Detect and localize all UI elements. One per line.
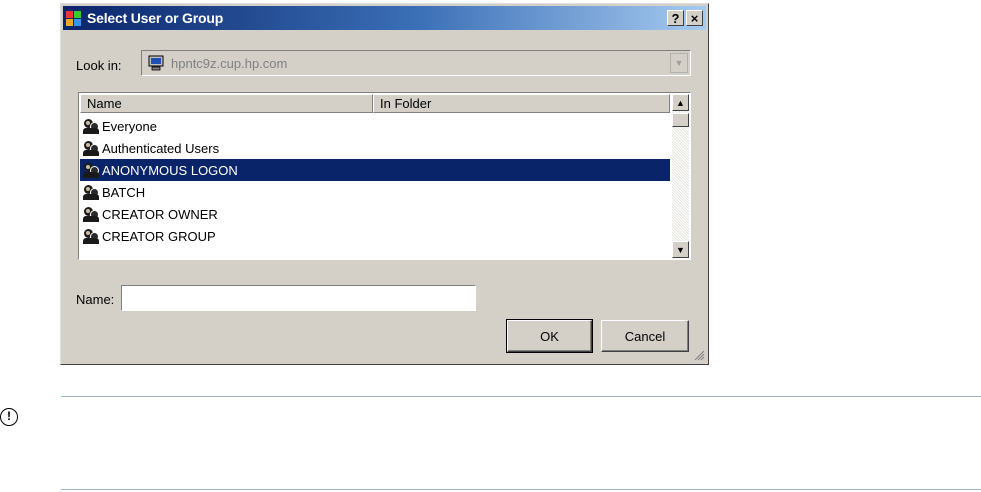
scroll-down-icon[interactable]: ▼	[672, 241, 689, 258]
help-button[interactable]: ?	[667, 10, 684, 26]
column-header-in-folder[interactable]: In Folder	[373, 94, 670, 113]
list-rows: Everyone Authenticated Users ANONYMOUS LOG…	[80, 115, 670, 247]
user-group-icon	[83, 183, 101, 201]
name-label: Name:	[76, 292, 115, 307]
chevron-down-icon[interactable]: ▼	[670, 53, 688, 73]
list-item-name: Authenticated Users	[102, 140, 220, 156]
column-header-name[interactable]: Name	[80, 94, 373, 113]
separator-top	[61, 396, 981, 397]
list-item-name: ANONYMOUS LOGON	[102, 162, 238, 178]
app-icon	[66, 10, 82, 26]
computer-icon	[147, 55, 165, 71]
look-in-dropdown[interactable]: hpntc9z.cup.hp.com ▼	[141, 50, 691, 76]
user-group-icon	[83, 117, 101, 135]
scroll-thumb[interactable]	[672, 113, 689, 127]
list-item[interactable]: CREATOR GROUP	[80, 225, 670, 247]
list-header: Name In Folder	[80, 94, 670, 113]
separator-bottom	[61, 489, 981, 490]
title-bar[interactable]: Select User or Group ? ×	[63, 6, 706, 30]
list-item-name: CREATOR OWNER	[102, 206, 218, 222]
list-item-name: BATCH	[102, 184, 146, 200]
scroll-up-icon[interactable]: ▲	[672, 94, 689, 111]
important-icon: !	[0, 408, 18, 426]
dialog-title: Select User or Group	[87, 10, 224, 26]
list-item[interactable]: CREATOR OWNER	[80, 203, 670, 225]
cancel-button[interactable]: Cancel	[601, 320, 689, 352]
user-group-icon	[83, 205, 101, 223]
look-in-value: hpntc9z.cup.hp.com	[171, 55, 288, 71]
list-item[interactable]: Everyone	[80, 115, 670, 137]
vertical-scrollbar[interactable]: ▲ ▼	[672, 94, 689, 258]
list-item-name: CREATOR GROUP	[102, 228, 216, 244]
list-item-name: Everyone	[102, 118, 157, 134]
list-item[interactable]: BATCH	[80, 181, 670, 203]
user-group-icon	[83, 227, 101, 245]
list-item[interactable]: Authenticated Users	[80, 137, 670, 159]
user-group-icon	[83, 161, 101, 179]
user-group-icon	[83, 139, 101, 157]
select-user-dialog: Select User or Group ? × Look in: hpntc9…	[60, 3, 709, 365]
look-in-label: Look in:	[76, 58, 122, 73]
name-input[interactable]	[121, 285, 476, 311]
resize-grip-icon[interactable]	[693, 349, 705, 361]
user-group-list[interactable]: Name In Folder Everyone Authenticated Use…	[78, 92, 691, 260]
ok-button[interactable]: OK	[506, 319, 593, 353]
list-item[interactable]: ANONYMOUS LOGON	[80, 159, 670, 181]
close-button[interactable]: ×	[686, 10, 703, 26]
